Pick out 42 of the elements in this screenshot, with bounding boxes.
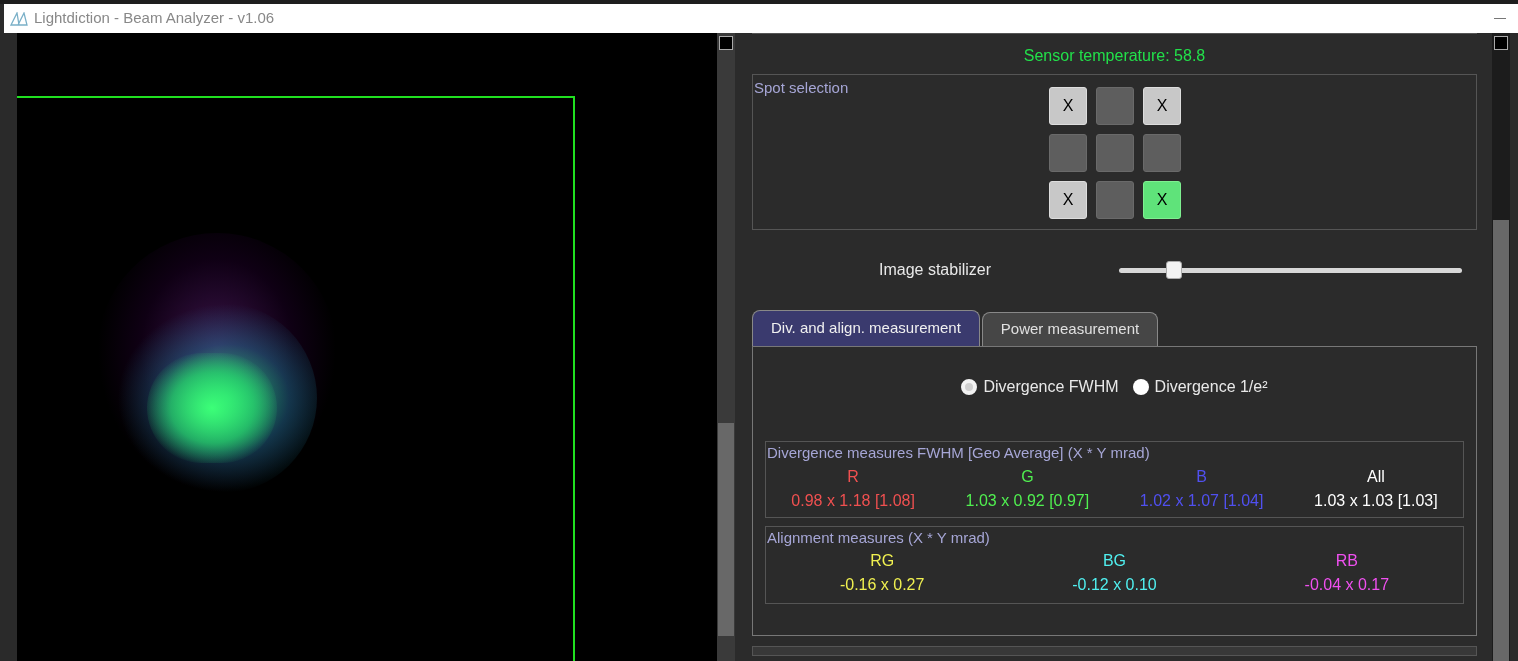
column-heading: RG — [870, 551, 895, 571]
spot-cell[interactable] — [1096, 134, 1134, 172]
app-logo-icon — [10, 11, 30, 26]
column-heading: G — [1021, 466, 1034, 487]
scroll-up-button[interactable] — [1494, 36, 1508, 50]
image-stabilizer-label: Image stabilizer — [879, 260, 993, 280]
spot-selection-title: Spot selection — [754, 78, 849, 98]
measure-value: -0.16 x 0.27 — [839, 575, 925, 595]
tab[interactable]: Div. and align. measurement — [752, 310, 980, 346]
tab[interactable]: Power measurement — [981, 312, 1159, 346]
column-heading: RB — [1335, 551, 1358, 571]
radio-button[interactable] — [1132, 379, 1149, 395]
measure-value: 1.03 x 1.03 [1.03] — [1314, 490, 1438, 511]
divergence-title: Divergence measures FWHM [Geo Average] (X * Y mrad) — [766, 443, 1151, 463]
column-heading: B — [1196, 466, 1207, 487]
spot-cell[interactable]: X — [1049, 87, 1087, 125]
measure-value: 1.02 x 1.07 [1.04] — [1139, 490, 1264, 511]
spot-cell[interactable] — [1096, 181, 1134, 219]
measure-value: 0.98 x 1.18 [1.08] — [791, 490, 915, 511]
measure-value: 1.03 x 0.92 [0.97] — [965, 490, 1090, 511]
spot-cell[interactable]: X — [1049, 181, 1087, 219]
window-title: Lightdiction - Beam Analyzer - v1.06 — [34, 8, 275, 29]
scroll-up-button[interactable] — [719, 36, 733, 50]
slider-thumb[interactable] — [1165, 260, 1182, 279]
radio-label[interactable]: Divergence FWHM — [983, 375, 1119, 399]
measure-value: -0.12 x 0.10 — [1072, 575, 1157, 595]
scrollbar-thumb[interactable] — [1493, 219, 1509, 661]
column-heading: R — [847, 466, 859, 487]
column-heading: All — [1367, 466, 1385, 487]
alignment-title: Alignment measures (X * Y mrad) — [766, 527, 991, 548]
spot-cell[interactable]: X — [1143, 181, 1181, 219]
spot-cell[interactable]: X — [1143, 87, 1181, 125]
radio-label[interactable]: Divergence 1/e² — [1154, 375, 1268, 399]
measure-value: -0.04 x 0.17 — [1304, 575, 1390, 595]
minimize-icon[interactable] — [1494, 18, 1506, 19]
radio-button[interactable] — [961, 379, 978, 395]
spot-cell[interactable] — [1143, 134, 1181, 172]
sensor-temperature: Sensor temperature: 58.8 — [1022, 46, 1207, 66]
spot-cell[interactable] — [1049, 134, 1087, 172]
column-heading: BG — [1102, 551, 1127, 571]
spot-cell[interactable] — [1096, 87, 1134, 125]
scrollbar-thumb[interactable] — [718, 423, 734, 636]
